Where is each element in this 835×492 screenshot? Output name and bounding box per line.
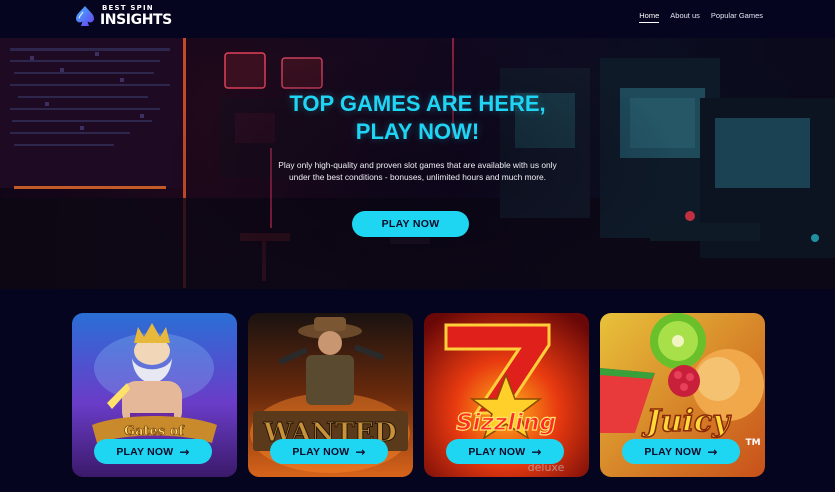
arrow-right-icon: → — [355, 444, 366, 459]
games-grid: Gates of PLAY NOW → WANTED PLAY NOW → Si… — [72, 313, 765, 477]
page: BEST SPIN INSIGHTS Home About us Popular… — [0, 0, 835, 492]
site-header: BEST SPIN INSIGHTS Home About us Popular… — [0, 0, 835, 38]
main-nav: Home About us Popular Games — [639, 11, 763, 23]
spade-logo-icon — [76, 6, 94, 26]
arrow-right-icon: → — [179, 444, 190, 459]
game-card-sizzling-hot[interactable]: Sizzling deluxe PLAY NOW → — [424, 313, 589, 477]
arrow-right-icon: → — [707, 444, 718, 459]
juicy-logo-text: Juicy — [641, 404, 732, 439]
hero-description: Play only high-quality and proven slot g… — [278, 160, 557, 182]
play-now-label: PLAY NOW — [292, 445, 350, 458]
logo-text-top: BEST SPIN — [102, 4, 154, 12]
hero-title: TOP GAMES ARE HERE, PLAY NOW! — [0, 90, 835, 146]
play-now-label: PLAY NOW — [644, 445, 702, 458]
hero-section: TOP GAMES ARE HERE, PLAY NOW! Play only … — [0, 38, 835, 289]
gates-logo-text: Gates of — [124, 424, 185, 439]
hero-title-line-2: PLAY NOW! — [355, 119, 480, 144]
play-now-label: PLAY NOW — [468, 445, 526, 458]
game-card-juicy-fruits[interactable]: Juicy TM PLAY NOW → — [600, 313, 765, 477]
play-now-label: PLAY NOW — [116, 445, 174, 458]
game-card-gates-of-olympus[interactable]: Gates of PLAY NOW → — [72, 313, 237, 477]
play-now-button-wanted[interactable]: PLAY NOW → — [270, 439, 388, 464]
hero-play-now-button[interactable]: PLAY NOW — [352, 211, 469, 237]
logo-text-bottom: INSIGHTS — [100, 12, 172, 28]
play-now-button-juicy-fruits[interactable]: PLAY NOW → — [622, 439, 740, 464]
sizzling-logo-text: Sizzling — [456, 410, 556, 436]
hero-title-line-1: TOP GAMES ARE HERE, — [289, 91, 546, 116]
nav-about-us[interactable]: About us — [670, 11, 700, 23]
play-now-button-gates-of-olympus[interactable]: PLAY NOW → — [94, 439, 212, 464]
site-logo[interactable]: BEST SPIN INSIGHTS — [72, 3, 172, 29]
svg-text:TM: TM — [745, 438, 760, 448]
nav-popular-games[interactable]: Popular Games — [711, 11, 763, 23]
arrow-right-icon: → — [531, 444, 542, 459]
nav-home[interactable]: Home — [639, 11, 660, 23]
play-now-button-sizzling-hot[interactable]: PLAY NOW → — [446, 439, 564, 464]
game-card-wanted[interactable]: WANTED PLAY NOW → — [248, 313, 413, 477]
